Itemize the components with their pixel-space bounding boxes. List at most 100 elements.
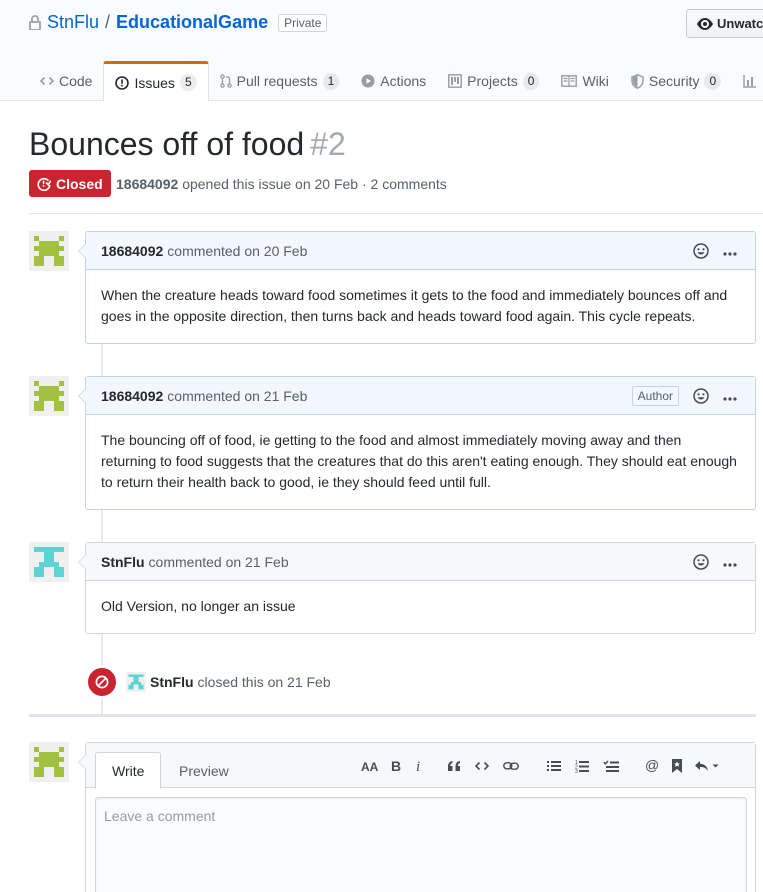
git-pull-request-icon: [219, 74, 232, 88]
closed-event-badge: [86, 666, 118, 698]
kebab-menu-button[interactable]: [723, 554, 737, 570]
new-comment-form: Write Preview AA B i 1 2 3 @ Leave a com…: [78, 742, 756, 892]
kebab-horizontal-icon: [723, 397, 737, 401]
comment-timestamp[interactable]: commented on 21 Feb: [167, 388, 307, 404]
comment-body: When the creature heads toward food some…: [101, 287, 728, 324]
unwatch-label: Unwatch: [717, 16, 763, 31]
italic-icon: i: [416, 759, 420, 772]
tab-code[interactable]: Code: [29, 61, 103, 101]
issue-number: #2: [310, 126, 346, 162]
tab-projects-label: Projects: [467, 73, 518, 89]
kebab-horizontal-icon: [723, 563, 737, 567]
mention-button[interactable]: @: [645, 756, 660, 776]
comment-actions: [693, 543, 737, 581]
unordered-list-button[interactable]: [547, 756, 561, 776]
repo-separator: /: [105, 12, 111, 32]
lock-icon: [29, 14, 41, 30]
security-counter: 0: [704, 72, 722, 90]
smiley-icon: [693, 554, 709, 570]
comment-author-link[interactable]: 18684092: [101, 388, 163, 404]
tab-preview[interactable]: Preview: [163, 752, 245, 789]
eye-icon: [697, 17, 713, 30]
markdown-toolbar: AA B i 123 @: [361, 743, 720, 788]
tab-write[interactable]: Write: [95, 752, 162, 789]
issue-title: Bounces off of food #2: [29, 126, 346, 163]
reply-button[interactable]: [694, 756, 720, 776]
comment-actions: [693, 232, 737, 270]
link-button[interactable]: [503, 756, 519, 776]
link-icon: [503, 761, 519, 770]
repo-header: StnFlu / EducationalGame Private Unwatch…: [0, 0, 763, 102]
private-label: Private: [278, 13, 328, 32]
comment: 18684092 commented on 21 Feb Author The …: [78, 376, 756, 510]
event-text: closed this on 21 Feb: [197, 674, 331, 690]
tab-wiki-label: Wiki: [582, 73, 609, 89]
repo-name-link[interactable]: EducationalGame: [116, 12, 268, 33]
svg-text:B: B: [391, 759, 401, 772]
issue-closed-icon: [37, 177, 51, 191]
tab-wiki[interactable]: Wiki: [550, 61, 619, 101]
avatar[interactable]: [126, 672, 146, 692]
bold-button[interactable]: B: [391, 756, 401, 776]
circle-slash-icon: [95, 675, 109, 689]
comment-author-link[interactable]: StnFlu: [101, 554, 145, 570]
reply-icon: [695, 760, 719, 771]
svg-text:i: i: [416, 759, 420, 772]
tab-security[interactable]: Security 0: [620, 61, 732, 101]
status-label: Closed: [56, 175, 103, 192]
comment-timestamp[interactable]: commented on 20 Feb: [167, 243, 307, 259]
avatar[interactable]: [29, 376, 69, 416]
tab-issues[interactable]: Issues 5: [103, 61, 209, 102]
comment-textarea[interactable]: [95, 797, 747, 892]
reaction-button[interactable]: [693, 388, 709, 404]
repo-title: StnFlu / EducationalGame Private: [29, 12, 328, 33]
mention-icon: @: [645, 758, 659, 773]
reaction-button[interactable]: [693, 554, 709, 570]
comment-author-link[interactable]: 18684092: [101, 243, 163, 259]
avatar[interactable]: [29, 542, 69, 582]
reaction-button[interactable]: [693, 243, 709, 259]
event-actor-link[interactable]: StnFlu: [150, 674, 194, 690]
comment: 18684092 commented on 20 Feb When the cr…: [78, 231, 756, 344]
tab-actions[interactable]: Actions: [350, 61, 437, 101]
shield-icon: [631, 73, 644, 89]
tab-projects[interactable]: Projects 0: [437, 61, 550, 101]
tab-insights[interactable]: [732, 61, 763, 101]
italic-button[interactable]: i: [415, 756, 423, 776]
unwatch-button[interactable]: Unwatch: [686, 9, 763, 38]
code-icon: [475, 761, 489, 770]
timeline-end-divider: [29, 714, 756, 717]
divider: [29, 213, 763, 214]
task-list-button[interactable]: [603, 756, 619, 776]
kebab-menu-button[interactable]: [723, 243, 737, 259]
svg-text:@: @: [645, 758, 659, 773]
svg-text:AA: AA: [361, 760, 379, 772]
bold-icon: B: [391, 759, 401, 772]
tab-pull-requests-label: Pull requests: [236, 73, 318, 89]
tab-actions-label: Actions: [380, 73, 427, 89]
avatar[interactable]: [29, 742, 69, 782]
book-icon: [561, 75, 578, 87]
repo-owner-link[interactable]: StnFlu: [47, 12, 99, 33]
kebab-menu-button[interactable]: [723, 388, 737, 404]
code-button[interactable]: [475, 756, 489, 776]
issue-opener-link[interactable]: 18684092: [116, 176, 178, 192]
saved-reply-button[interactable]: [672, 756, 682, 776]
quote-button[interactable]: [447, 756, 461, 776]
tab-issues-label: Issues: [134, 74, 175, 91]
comment: StnFlu commented on 21 Feb Old Version, …: [78, 542, 756, 634]
timeline-connector: [101, 343, 103, 376]
issue-opened-icon: [115, 75, 130, 90]
avatar[interactable]: [29, 231, 69, 271]
comment-body: Old Version, no longer an issue: [101, 598, 296, 614]
ordered-list-button[interactable]: 123: [575, 756, 589, 776]
issue-title-text: Bounces off of food: [29, 126, 305, 162]
graph-icon: [743, 75, 757, 88]
header-button[interactable]: AA: [361, 756, 379, 776]
status-badge: Closed: [29, 170, 111, 197]
header-icon: AA: [361, 760, 379, 772]
tab-pull-requests[interactable]: Pull requests 1: [209, 61, 351, 101]
unordered-list-icon: [547, 760, 561, 771]
tab-code-label: Code: [59, 73, 93, 89]
comment-timestamp[interactable]: commented on 21 Feb: [149, 554, 289, 570]
